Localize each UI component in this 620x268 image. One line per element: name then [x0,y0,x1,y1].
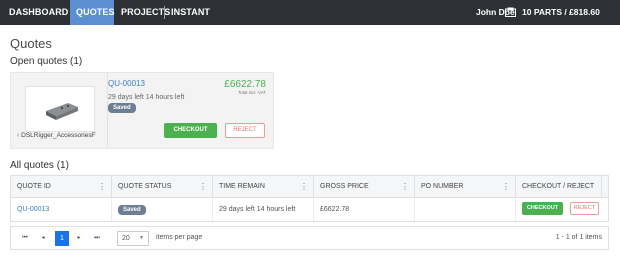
top-nav: DASHBOARD QUOTES PROJECTS INSTANT QUOTE … [0,0,620,42]
column-header-quote-status[interactable]: QUOTE STATUS ⋮ [112,176,213,198]
column-header-label: CHECKOUT / REJECT [522,183,595,190]
items-per-page-select[interactable]: 20 ▼ [117,231,149,246]
column-header-label: QUOTE STATUS [118,183,172,190]
column-header-label: PO NUMBER [421,183,464,190]
part-image [46,103,78,120]
column-menu-icon[interactable]: ⋮ [199,176,207,198]
table-row: QU-00013 Saved 29 days left 14 hours lef… [11,199,608,221]
open-quote-price: £6622.78 [224,79,266,90]
column-header-gross-price[interactable]: GROSS PRICE ⋮ [314,176,415,198]
quote-status-cell: Saved [112,199,213,221]
column-header-checkout-reject[interactable]: CHECKOUT / REJECT [516,176,602,198]
part-file-name: DSLRigger_AccessoriesF [21,132,96,139]
row-reject-button[interactable]: REJECT [570,202,599,215]
column-header-time-remain[interactable]: TIME REMAIN ⋮ [213,176,314,198]
nav-projects[interactable]: PROJECTS [121,0,170,25]
open-quotes-heading: Open quotes (1) [10,56,83,67]
quotes-table: QUOTE ID ⋮ QUOTE STATUS ⋮ TIME REMAIN ⋮ … [10,175,609,222]
column-menu-icon[interactable]: ⋮ [300,176,308,198]
open-quote-id-link[interactable]: QU-00013 [108,79,145,88]
gross-price-cell: £6622.78 [314,199,415,221]
open-quote-vat-note: Total incl. VAT [237,90,266,95]
nav-quotes[interactable]: QUOTES [70,0,115,25]
chevron-right-icon[interactable]: › [91,132,93,139]
open-quote-reject-button[interactable]: REJECT [225,123,265,138]
time-remain-cell: 29 days left 14 hours left [213,199,314,221]
cart-icon[interactable] [505,7,516,17]
column-header-label: QUOTE ID [17,183,51,190]
chevron-left-icon[interactable]: ‹ [17,132,19,139]
pagination-bar: ⏮ ◂ 1 ▸ ⏭ 20 ▼ items per page 1 - 1 of 1… [10,226,609,250]
column-header-label: GROSS PRICE [320,183,369,190]
nav-dashboard[interactable]: DASHBOARD [0,0,68,25]
column-header-label: TIME REMAIN [219,183,265,190]
next-page-icon[interactable]: ▸ [73,232,85,245]
quote-id-link[interactable]: QU-00013 [11,199,112,221]
first-page-icon[interactable]: ⏮ [19,232,31,245]
column-menu-icon[interactable]: ⋮ [401,176,409,198]
prev-page-icon[interactable]: ◂ [37,232,49,245]
column-header-quote-id[interactable]: QUOTE ID ⋮ [11,176,112,198]
row-checkout-button[interactable]: CHECKOUT [522,202,563,215]
items-per-page-value: 20 [122,235,130,242]
pagination-info: 1 - 1 of 1 items [555,234,602,241]
column-menu-icon[interactable]: ⋮ [502,176,510,198]
page-number-current[interactable]: 1 [55,231,69,246]
po-number-cell [415,199,516,221]
open-quote-checkout-button[interactable]: CHECKOUT [164,123,217,138]
page-title: Quotes [10,36,52,51]
last-page-icon[interactable]: ⏭ [91,232,103,245]
column-header-po-number[interactable]: PO NUMBER ⋮ [415,176,516,198]
nav-separator [164,6,165,19]
part-thumbnail[interactable] [25,86,95,132]
table-header: QUOTE ID ⋮ QUOTE STATUS ⋮ TIME REMAIN ⋮ … [11,176,608,198]
cart-summary[interactable]: 10 PARTS / £818.60 [522,0,600,25]
nav-instant-quote[interactable]: INSTANT QUOTE [171,0,237,42]
open-quote-time-left: 29 days left 14 hours left [108,94,185,101]
all-quotes-heading: All quotes (1) [10,160,69,171]
column-menu-icon[interactable]: ⋮ [98,176,106,198]
items-per-page-label: items per page [156,234,203,241]
chevron-down-icon: ▼ [139,235,144,241]
status-badge: Saved [118,205,146,215]
open-quote-status-badge: Saved [108,103,136,113]
